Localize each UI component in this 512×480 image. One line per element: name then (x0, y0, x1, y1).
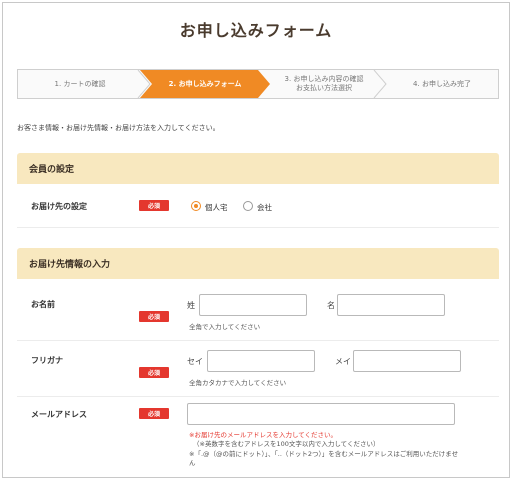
row-email: メールアドレス 必須 ※お届け先のメールアドレスを入力してください。 （※英数字… (17, 397, 499, 477)
first-name-prefix: 名 (327, 301, 335, 310)
last-name-prefix: 姓 (187, 301, 195, 310)
row-kana: フリガナ 必須 セイ メイ 全角カタカナで入力してください (17, 341, 499, 397)
intro-text: お客さま情報・お届け先情報・お届け方法を入力してください。 (17, 124, 220, 132)
radio-company-label[interactable]: 会社 (257, 202, 272, 213)
last-kana-prefix: セイ (187, 357, 203, 366)
field-hint: 全角で入力してください (189, 323, 261, 331)
row-delivery-setting: お届け先の設定 必須 個人宅 会社 (17, 184, 499, 228)
radio-company[interactable] (243, 201, 253, 211)
row-label: お届け先の設定 (31, 202, 87, 211)
row-label: フリガナ (31, 356, 63, 365)
step-review-payment: 3. お申し込み内容の確認 お支払い方法選択 (270, 70, 378, 98)
page-title: お申し込みフォーム (179, 21, 333, 40)
step-progress: 1. カートの確認 2. お申し込みフォーム 3. お申し込み内容の確認 お支払… (17, 69, 499, 99)
field-hint: 全角カタカナで入力してください (189, 379, 287, 387)
last-kana-input[interactable] (207, 350, 315, 372)
required-badge: 必須 (139, 311, 169, 322)
email-input[interactable] (187, 403, 455, 425)
step-review-line1: 3. お申し込み内容の確認 (284, 75, 364, 83)
section-heading-delivery: お届け先情報の入力 (17, 248, 499, 279)
required-badge: 必須 (139, 408, 169, 419)
step-application-form: 2. お申し込みフォーム (168, 79, 242, 88)
radio-home-label[interactable]: 個人宅 (205, 202, 228, 213)
last-name-input[interactable] (199, 294, 307, 316)
first-kana-input[interactable] (353, 350, 461, 372)
radio-home[interactable] (191, 201, 201, 211)
email-note-format: （※英数字を含むアドレスを100文字以内で入力してください） (193, 440, 380, 448)
first-kana-prefix: メイ (335, 357, 351, 366)
step-cart-confirm: 1. カートの確認 (54, 79, 106, 88)
row-label: メールアドレス (31, 410, 87, 419)
required-badge: 必須 (139, 367, 169, 378)
section-heading-member: 会員の設定 (17, 153, 499, 184)
email-note-dots-cont: ん (189, 459, 196, 467)
step-complete: 4. お申し込み完了 (413, 79, 471, 88)
step-review-line2: お支払い方法選択 (296, 84, 352, 92)
row-name: お名前 必須 姓 名 全角で入力してください (17, 279, 499, 341)
required-badge: 必須 (139, 200, 169, 211)
form-page: お申し込みフォーム 1. カートの確認 2. お申し込みフォーム 3. お申し込… (2, 2, 510, 478)
row-label: お名前 (31, 300, 55, 309)
first-name-input[interactable] (337, 294, 445, 316)
email-note-dots: ※「.@（@の前にドット）」、「..（ドット2つ）」を含むメールアドレスはご利用… (189, 450, 459, 458)
